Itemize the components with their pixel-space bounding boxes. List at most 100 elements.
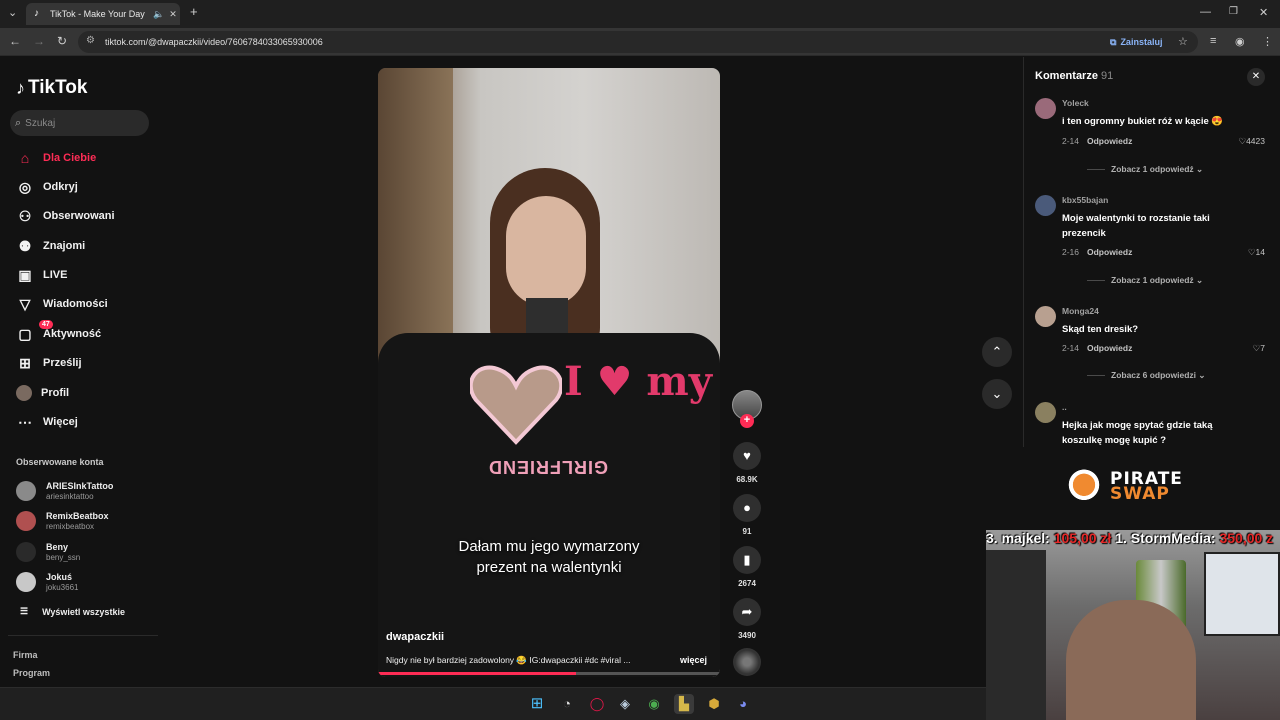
home-icon: ⌂ [20,150,30,166]
donor-name: 3. majkel: [986,530,1050,546]
app-shield-icon[interactable]: ⬢ [704,694,724,714]
like-button[interactable]: ♥ 68.9K [733,442,761,484]
avatar[interactable] [1035,98,1056,119]
window-close-icon[interactable]: ✕ [1259,6,1268,19]
discord-icon[interactable]: ◕ [733,694,753,714]
back-icon[interactable]: ← [7,34,23,48]
next-video-button[interactable]: ⌄ [982,379,1012,409]
followed-account[interactable]: Jokuś joku3661 [16,569,78,595]
heart-icon: ♥ [733,442,761,470]
avatar[interactable] [1035,306,1056,327]
followed-account[interactable]: ARIESInkTattoo ariesinktattoo [16,478,113,504]
bookmark-star-icon[interactable]: ☆ [1178,35,1188,48]
comment-item: kbx55bajan Moje walentynki to rozstanie … [1035,195,1275,285]
omnibox[interactable]: ⚙ tiktok.com/@dwapaczkii/video/760678403… [78,31,1198,53]
search-input[interactable]: ⌕ Szukaj [10,110,149,136]
tiktok-logo[interactable]: ♪ TikTok [16,77,87,99]
reply-button[interactable]: Odpowiedz [1087,247,1132,257]
windows-start-icon[interactable]: ⊞ [527,694,547,714]
chrome-icon[interactable]: ◉ [644,694,664,714]
forward-icon[interactable]: → [31,34,47,48]
show-all-label: Wyświetl wszystkie [42,606,125,617]
video-player[interactable]: I ♥ my GIRLFRIEND Dałam mu jego wymarzon… [378,68,720,677]
comment-like-button[interactable]: ♡4423 [1238,136,1265,147]
comment-like-button[interactable]: ♡14 [1248,247,1265,258]
profile-icon[interactable]: ◉ [1235,35,1245,48]
install-app-button[interactable]: ⧉ Zainstaluj [1110,34,1162,50]
site-info-icon[interactable]: ⚙ [86,35,95,46]
app-active-icon[interactable]: ▙ [674,694,694,714]
browser-menu-icon[interactable]: ⋮ [1262,35,1273,48]
logo-text: TikTok [28,77,88,98]
comment-user[interactable]: .. [1062,402,1067,412]
nav-friends[interactable]: ⚉ Znajomi [16,235,85,257]
footer-link-company[interactable]: Firma [13,650,38,660]
follow-plus-icon[interactable]: + [740,414,754,428]
avatar[interactable] [1035,402,1056,423]
comment-text: Moje walentynki to rozstanie taki prezen… [1062,213,1210,239]
nav-activity[interactable]: ▢ 47 Aktywność [16,320,102,345]
more-button[interactable]: więcej [680,655,707,665]
comment-date: 2-14 [1062,136,1080,146]
avatar[interactable] [1035,195,1056,216]
reload-icon[interactable]: ↻ [54,34,70,48]
avatar [16,511,36,531]
comment-like-button[interactable]: ♡7 [1253,343,1265,354]
tab-close-icon[interactable]: ✕ [166,9,180,20]
chevron-down-icon: ⌄ [991,386,1003,401]
video-description: Nigdy nie był bardziej zadowolony 😂 IG:d… [386,655,631,665]
view-replies-button[interactable]: Zobacz 1 odpowiedź ⌄ [1087,275,1203,286]
comment-user[interactable]: Monga24 [1062,306,1099,316]
nav-for-you[interactable]: ⌂ Dla Ciebie [16,147,96,169]
followed-account[interactable]: RemixBeatbox remixbeatbox [16,508,109,534]
view-replies-button[interactable]: Zobacz 6 odpowiedzi ⌄ [1087,370,1206,381]
music-disc-icon[interactable] [733,648,761,676]
app-icon[interactable]: ◔ [557,694,577,714]
browser-tab[interactable]: ♪ TikTok - Make Your Day 🔈 ✕ [26,3,180,25]
comment-icon: ● [733,494,761,522]
install-icon: ⧉ [1110,36,1117,47]
previous-video-button[interactable]: ⌃ [982,337,1012,367]
install-label: Zainstaluj [1120,37,1163,47]
share-button[interactable]: ➦ 3490 [733,598,761,640]
nav-label: Aktywność [43,328,102,340]
video-person-neck [526,298,568,338]
followed-account[interactable]: Beny beny_ssn [16,539,80,565]
reply-button[interactable]: Odpowiedz [1087,343,1132,353]
nav-live[interactable]: ▣ LIVE [16,264,67,286]
bookmark-icon: ▮ [733,546,761,574]
media-controls-icon[interactable]: ≡ [1210,35,1216,47]
comment-user[interactable]: kbx55bajan [1062,195,1108,205]
shirt-text-top: I ♥ my [564,358,712,405]
comment-user[interactable]: Yoleck [1062,98,1089,108]
tab-audio-icon[interactable]: 🔈 [152,9,166,20]
close-comments-button[interactable]: ✕ [1247,68,1265,86]
show-all-accounts[interactable]: ☰ Wyświetl wszystkie [20,606,125,617]
avatar [16,572,36,592]
video-progress-bar[interactable] [378,672,720,675]
footer-link-program[interactable]: Program [13,668,50,678]
nav-profile[interactable]: Profil [16,382,69,404]
nav-messages[interactable]: ▽ Wiadomości [16,293,108,315]
account-handle: beny_ssn [46,552,81,562]
comment-button[interactable]: ● 91 [733,494,761,536]
view-replies-button[interactable]: Zobacz 1 odpowiedź ⌄ [1087,164,1203,175]
reply-button[interactable]: Odpowiedz [1087,136,1132,146]
opera-icon[interactable]: ◯ [587,694,607,714]
steam-icon[interactable]: ◈ [615,694,635,714]
nav-following[interactable]: ⚇ Obserwowani [16,205,115,227]
tab-search-chevron-icon[interactable]: ⌄ [8,6,17,19]
window-minimize-icon[interactable]: — [1200,6,1211,18]
activity-icon: ▢ [18,326,32,342]
comment-text: Skąd ten dresik? [1062,324,1139,335]
nav-more[interactable]: ⋯ Więcej [16,411,78,433]
window-restore-icon[interactable]: ❐ [1229,6,1238,17]
video-author[interactable]: dwapaczkii [386,631,444,643]
pirate-swap-logo: PIRATE SWAP [1064,462,1204,512]
nav-explore[interactable]: ◎ Odkryj [16,176,78,198]
new-tab-icon[interactable]: + [190,4,198,19]
save-button[interactable]: ▮ 2674 [733,546,761,588]
nav-upload[interactable]: ⊞ Prześlij [16,352,81,374]
chevron-down-icon: ⌄ [1198,370,1206,380]
comments-label: Komentarze [1035,70,1098,82]
